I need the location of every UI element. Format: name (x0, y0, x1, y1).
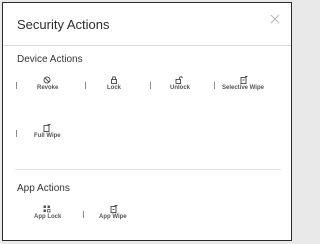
app-lock-icon (43, 205, 51, 213)
lock-action[interactable]: Lock (85, 76, 125, 98)
full-wipe-label: Full Wipe (34, 133, 61, 139)
dialog-header: Security Actions (3, 3, 291, 45)
app-wipe-label: App Wipe (99, 214, 127, 220)
action-separator (214, 82, 215, 89)
close-button[interactable] (269, 13, 281, 25)
action-separator (16, 130, 17, 137)
revoke-action[interactable]: Revoke (16, 76, 66, 98)
dialog-title: Security Actions (17, 17, 110, 32)
app-wipe-action[interactable]: App Wipe (83, 205, 138, 227)
unlock-action[interactable]: Unlock (150, 76, 200, 98)
action-separator (83, 211, 84, 218)
action-separator (16, 82, 17, 89)
selective-wipe-action[interactable]: Selective Wipe (214, 76, 284, 98)
app-wipe-icon (110, 205, 118, 213)
close-icon (270, 14, 280, 24)
full-wipe-action[interactable]: Full Wipe (16, 124, 66, 146)
device-actions-title: Device Actions (17, 54, 83, 65)
unlock-icon (175, 76, 183, 84)
revoke-icon (43, 76, 51, 84)
action-separator (150, 82, 151, 89)
app-lock-label: App Lock (34, 214, 62, 220)
app-actions-title: App Actions (17, 183, 70, 194)
full-wipe-icon (43, 124, 51, 132)
selective-wipe-icon (240, 76, 248, 84)
app-lock-action[interactable]: App Lock (31, 205, 71, 227)
unlock-label: Unlock (170, 85, 191, 91)
revoke-label: Revoke (37, 85, 59, 91)
lock-label: Lock (107, 85, 122, 91)
section-divider (15, 169, 281, 170)
action-separator (85, 82, 86, 89)
selective-wipe-label: Selective Wipe (222, 85, 264, 91)
lock-icon (110, 76, 118, 84)
security-actions-dialog: Security Actions Device Actions Revoke L… (2, 2, 292, 241)
header-divider (3, 45, 291, 46)
